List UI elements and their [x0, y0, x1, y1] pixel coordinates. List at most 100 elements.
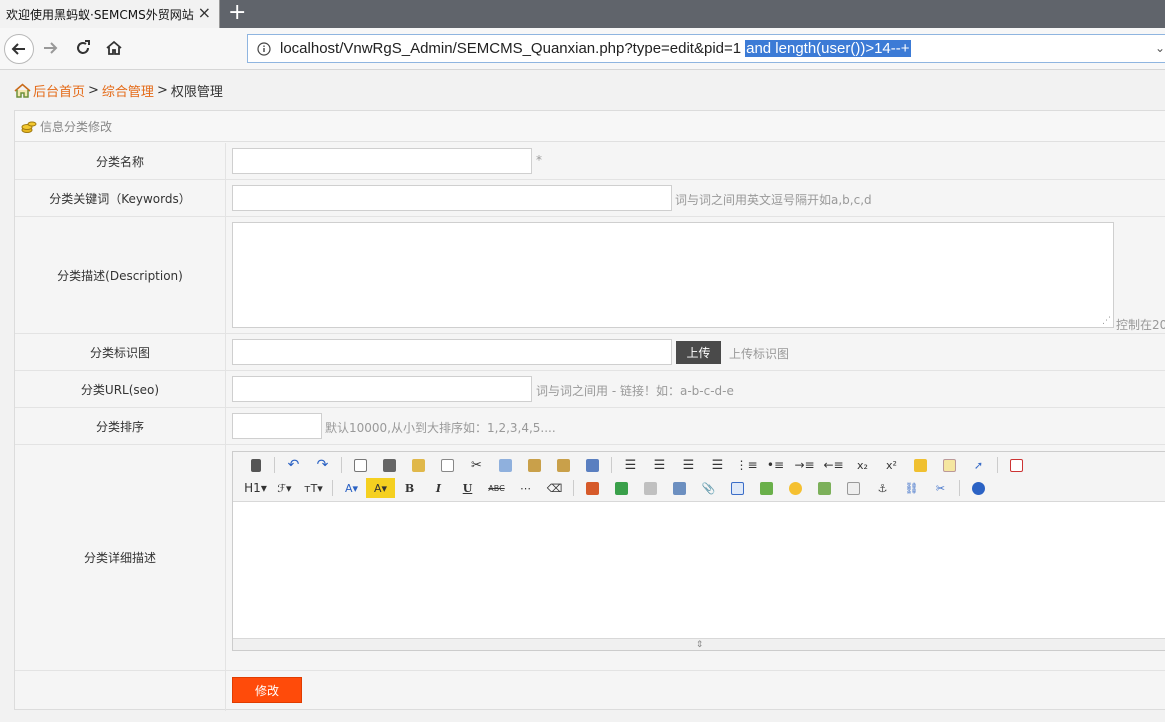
reload-button[interactable] [73, 38, 93, 58]
required-mark: * [536, 153, 542, 167]
table-icon[interactable] [723, 478, 752, 498]
home-button[interactable] [104, 38, 124, 58]
tab-title: 欢迎使用黑蚂蚁·SEMCMS外贸网站 [6, 7, 194, 22]
insert-row-icon[interactable] [752, 478, 781, 498]
copy-icon[interactable] [491, 455, 520, 475]
align-justify-icon[interactable]: ☰ [703, 455, 732, 475]
coins-icon [21, 121, 37, 133]
font-color-icon[interactable]: A▾ [337, 478, 366, 498]
font-size-icon[interactable]: тT▾ [299, 478, 328, 498]
emoticon-icon[interactable] [781, 478, 810, 498]
unordered-list-icon[interactable]: •≡ [761, 455, 790, 475]
italic-icon[interactable]: I [424, 478, 453, 498]
upload-button[interactable]: 上传 [676, 341, 721, 364]
browser-tab-bar: 欢迎使用黑蚂蚁·SEMCMS外贸网站 × + [0, 0, 1165, 28]
detail-label: 分类详细描述 [15, 445, 226, 670]
background-color-icon[interactable]: A▾ [366, 478, 395, 498]
form-row-keywords: 分类关键词（Keywords） 词与词之间用英文逗号隔开如a,b,c,d [15, 180, 1165, 217]
code-icon[interactable] [433, 455, 462, 475]
keywords-input[interactable] [232, 185, 672, 211]
template-icon[interactable] [404, 455, 433, 475]
select-all-icon[interactable] [935, 455, 964, 475]
clear-format-icon[interactable] [906, 455, 935, 475]
url-seo-input[interactable] [232, 376, 532, 402]
redo-icon[interactable]: ↷ [308, 455, 337, 475]
paste-icon[interactable] [520, 455, 549, 475]
resize-grip-icon[interactable]: ⋰ [1102, 316, 1111, 326]
panel-title-text: 信息分类修改 [40, 119, 113, 134]
attachment-icon[interactable]: 📎 [694, 478, 723, 498]
keywords-label: 分类关键词（Keywords） [15, 180, 226, 216]
tab-close-icon[interactable]: × [198, 5, 211, 21]
name-input[interactable] [232, 148, 532, 174]
paste-word-icon[interactable] [578, 455, 607, 475]
undo-icon[interactable]: ↶ [279, 455, 308, 475]
subscript-icon[interactable]: x₂ [848, 455, 877, 475]
font-family-icon[interactable]: ℱ▾ [270, 478, 299, 498]
description-textarea[interactable]: ⋰ [232, 222, 1114, 328]
source-icon[interactable] [241, 455, 270, 475]
multi-image-icon[interactable] [607, 478, 636, 498]
order-hint: 默认10000,从小到大排序如：1,2,3,4,5.... [325, 421, 556, 435]
preview-icon[interactable] [346, 455, 375, 475]
form-row-submit: 修改 [15, 671, 1165, 711]
underline-icon[interactable]: U [453, 478, 482, 498]
page-break-icon[interactable] [839, 478, 868, 498]
site-info-icon[interactable] [248, 41, 280, 56]
breadcrumb: 后台首页 > 综合管理 > 权限管理 [14, 81, 223, 100]
cut-icon[interactable]: ✂ [462, 455, 491, 475]
breadcrumb-section-link[interactable]: 综合管理 [102, 81, 154, 100]
order-input[interactable] [232, 413, 322, 439]
resize-icon: ⇕ [695, 639, 704, 650]
editor-resize-handle[interactable]: ⇕ [233, 638, 1165, 650]
url-label: 分类URL(seo) [15, 371, 226, 407]
superscript-icon[interactable]: x² [877, 455, 906, 475]
strikethrough-icon[interactable]: ABC [482, 478, 511, 498]
new-tab-icon[interactable]: + [228, 2, 246, 24]
outdent-icon[interactable]: ←≡ [819, 455, 848, 475]
fullscreen-icon[interactable] [1002, 455, 1031, 475]
home-icon [14, 83, 31, 98]
horizontal-line-icon[interactable]: ⋯ [511, 478, 540, 498]
submit-button[interactable]: 修改 [232, 677, 302, 703]
align-right-icon[interactable]: ☰ [674, 455, 703, 475]
url-selected-text[interactable]: and length(user())>14--+ [745, 40, 911, 57]
description-label: 分类描述(Description) [15, 217, 226, 333]
align-center-icon[interactable]: ☰ [645, 455, 674, 475]
bold-icon[interactable]: B [395, 478, 424, 498]
ordered-list-icon[interactable]: ⋮≡ [732, 455, 761, 475]
editor-content-area[interactable] [233, 502, 1165, 640]
form-row-name: 分类名称 * [15, 143, 1165, 180]
print-icon[interactable] [375, 455, 404, 475]
editor-toolbar-row-1: ↶ ↷ ✂ ☰ ☰ ☰ ☰ ⋮≡ •≡ →≡ ←≡ x₂ x² ➚ [241, 454, 1031, 476]
link-icon[interactable]: ⛓ [897, 478, 926, 498]
edit-panel: 信息分类修改 分类名称 * 分类关键词（Keywords） 词与词之间用英文逗号… [14, 110, 1165, 711]
rich-text-editor: ↶ ↷ ✂ ☰ ☰ ☰ ☰ ⋮≡ •≡ →≡ ←≡ x₂ x² ➚ H1▾ ℱ▾… [232, 451, 1165, 651]
heading-icon[interactable]: H1▾ [241, 478, 270, 498]
flash-icon[interactable] [636, 478, 665, 498]
panel-title: 信息分类修改 [15, 111, 1165, 142]
breadcrumb-home-link[interactable]: 后台首页 [33, 81, 85, 100]
image-icon[interactable] [810, 478, 839, 498]
url-dropdown-icon[interactable]: ⌄ [1155, 41, 1165, 55]
back-button[interactable] [4, 34, 34, 64]
paste-text-icon[interactable] [549, 455, 578, 475]
help-icon[interactable] [964, 478, 993, 498]
image-path-input[interactable] [232, 339, 672, 365]
media-icon[interactable] [665, 478, 694, 498]
anchor-icon[interactable]: ⚓ [868, 478, 897, 498]
browser-tab[interactable]: 欢迎使用黑蚂蚁·SEMCMS外贸网站 × [0, 0, 220, 28]
order-label: 分类排序 [15, 408, 226, 444]
image-hint: 上传标识图 [729, 347, 790, 361]
indent-icon[interactable]: →≡ [790, 455, 819, 475]
forward-button[interactable] [40, 38, 60, 58]
align-left-icon[interactable]: ☰ [616, 455, 645, 475]
forward-arrow-icon [44, 42, 58, 54]
eraser-icon[interactable]: ⌫ [540, 478, 569, 498]
address-bar[interactable]: localhost/VnwRgS_Admin/SEMCMS_Quanxian.p… [247, 34, 1165, 63]
url-text[interactable]: localhost/VnwRgS_Admin/SEMCMS_Quanxian.p… [280, 40, 741, 57]
cursor-icon[interactable]: ➚ [964, 455, 993, 475]
keywords-hint: 词与词之间用英文逗号隔开如a,b,c,d [675, 193, 872, 207]
image-insert-icon[interactable] [578, 478, 607, 498]
unlink-icon[interactable]: ✂ [926, 478, 955, 498]
